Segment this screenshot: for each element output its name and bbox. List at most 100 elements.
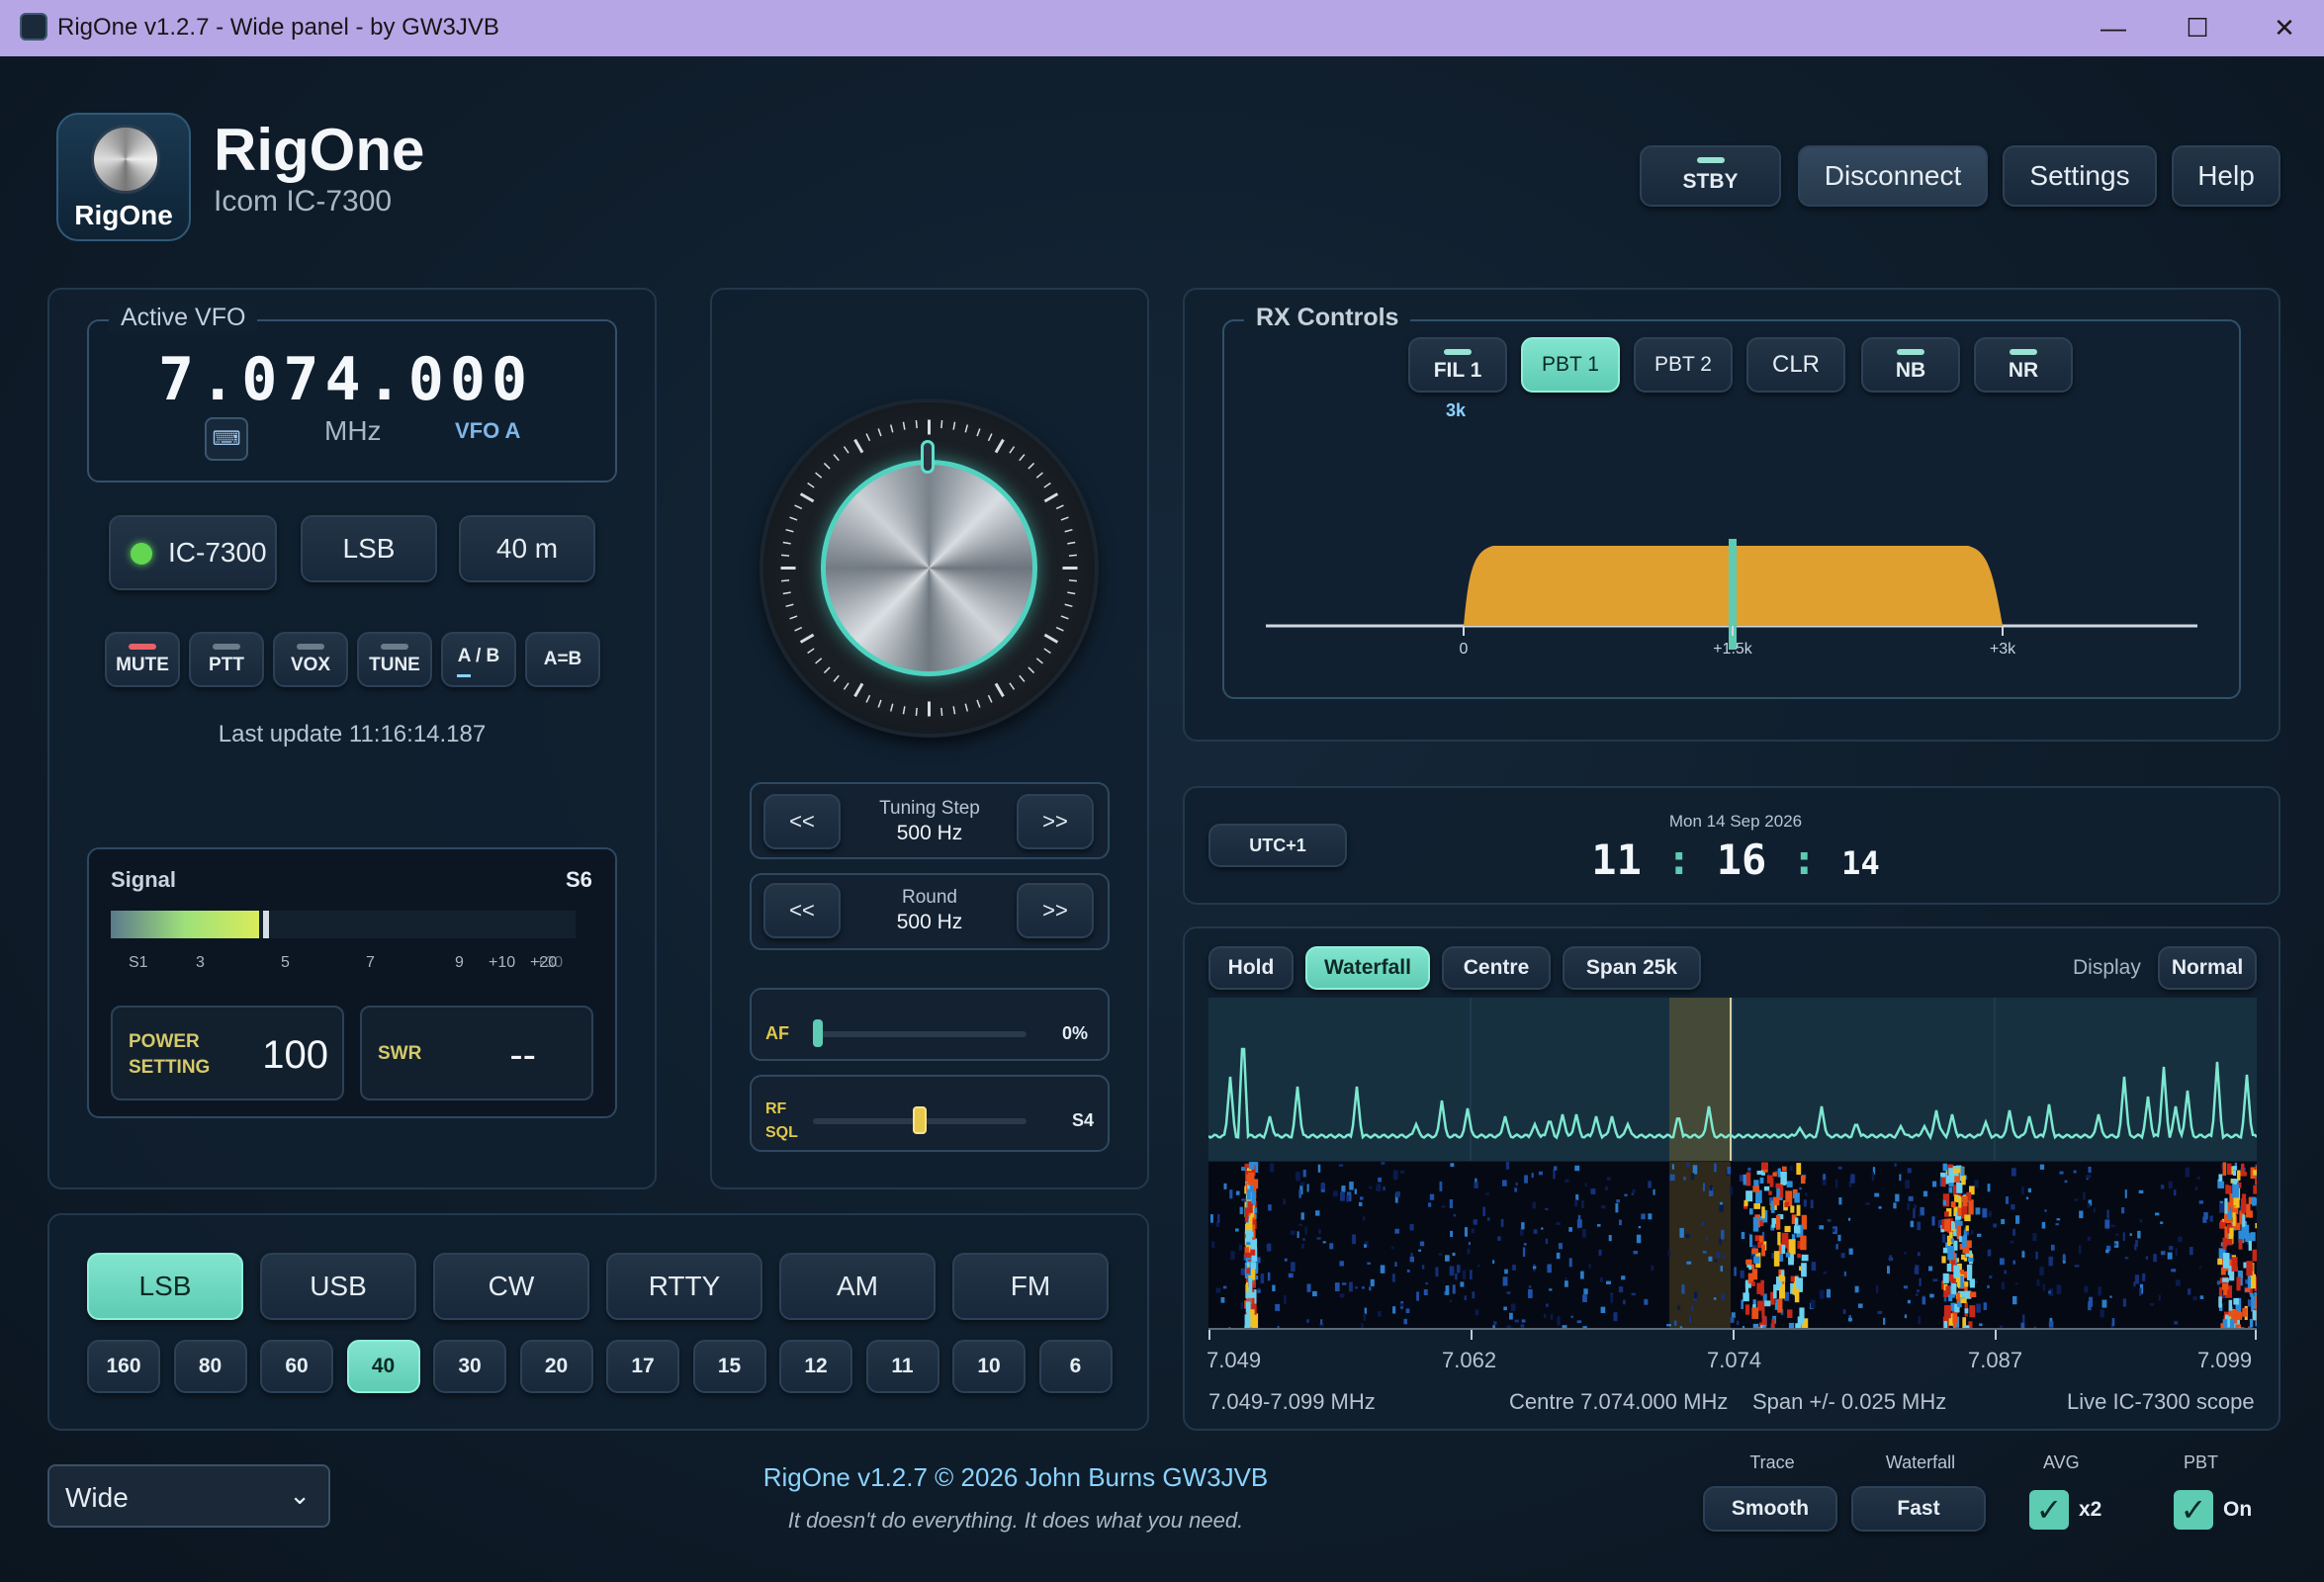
band-button[interactable]: 40 m [459, 515, 595, 582]
knob-tick [976, 428, 981, 437]
trace-button[interactable]: Smooth [1703, 1486, 1837, 1532]
waterfall-pixel [1564, 1179, 1569, 1184]
band-20-button[interactable]: 20 [519, 1340, 593, 1393]
band-160-button[interactable]: 160 [87, 1340, 160, 1393]
avg-checkbox[interactable]: ✓ [2029, 1490, 2069, 1530]
waterfall-pixel [2086, 1175, 2092, 1179]
band-17-button[interactable]: 17 [606, 1340, 679, 1393]
power-setting-box[interactable]: POWER SETTING 100 [111, 1006, 344, 1100]
pbt1-button[interactable]: PBT 1 [1521, 337, 1620, 393]
waterfall-signal [1761, 1244, 1766, 1257]
tuning-knob[interactable] [763, 402, 1095, 734]
band-6-button[interactable]: 6 [1038, 1340, 1113, 1393]
mode-usb-button[interactable]: USB [260, 1253, 416, 1320]
span-button[interactable]: Span 25k [1563, 946, 1701, 990]
close-icon[interactable]: ✕ [2263, 8, 2306, 47]
rf-slider-thumb[interactable] [913, 1106, 927, 1134]
mode-fm-button[interactable]: FM [952, 1253, 1109, 1320]
mode-lsb-button[interactable]: LSB [87, 1253, 243, 1320]
waterfall-pixel [1982, 1208, 1988, 1218]
mode-rtty-button[interactable]: RTTY [606, 1253, 762, 1320]
ptt-button[interactable]: PTT [189, 632, 264, 687]
help-button[interactable]: Help [2172, 145, 2280, 207]
band-11-button[interactable]: 11 [865, 1340, 939, 1393]
waterfall-display[interactable] [1208, 1162, 2257, 1328]
waterfall-pixel [1306, 1319, 1309, 1323]
spectrum-display[interactable] [1208, 998, 2257, 1161]
disconnect-button[interactable]: Disconnect [1798, 145, 1988, 207]
waterfall-pixel [2078, 1245, 2082, 1255]
logo-knob-icon [91, 125, 160, 194]
waterfall-signal [1246, 1268, 1250, 1274]
waterfall-signal [1785, 1252, 1791, 1258]
mode-button[interactable]: LSB [301, 515, 437, 582]
waterfall-pixel [1288, 1273, 1294, 1278]
settings-button[interactable]: Settings [2003, 145, 2157, 207]
hold-button[interactable]: Hold [1208, 946, 1294, 990]
waterfall-pixel [1257, 1257, 1261, 1264]
af-slider-thumb[interactable] [813, 1019, 823, 1047]
nb-button[interactable]: NB [1861, 337, 1960, 393]
waterfall-pixel [2036, 1278, 2040, 1286]
waterfall-pixel [1667, 1250, 1671, 1257]
waterfall-pixel [1545, 1207, 1549, 1210]
display-mode-button[interactable]: Normal [2158, 946, 2257, 990]
maximize-icon[interactable]: ☐ [2176, 8, 2219, 47]
waterfall-pixel [1987, 1184, 1991, 1192]
waterfall-signal [2255, 1222, 2257, 1229]
waterfall-pixel [2194, 1186, 2198, 1190]
nr-button[interactable]: NR [1974, 337, 2073, 393]
a-equals-b-button[interactable]: A=B [525, 632, 600, 687]
waterfall-pixel [1692, 1298, 1697, 1301]
band-40-button[interactable]: 40 [346, 1340, 420, 1393]
round-prev-button[interactable]: << [763, 883, 841, 938]
minimize-icon[interactable]: — [2092, 8, 2135, 47]
waterfall-pixel [2063, 1254, 2066, 1261]
waterfall-pixel [2005, 1196, 2010, 1204]
waterfall-pixel [1714, 1259, 1718, 1263]
band-12-button[interactable]: 12 [779, 1340, 852, 1393]
fil1-button[interactable]: FIL 1 [1408, 337, 1507, 393]
waterfall-pixel [2121, 1207, 2125, 1214]
waterfall-pixel [1979, 1323, 1983, 1327]
waterfall-pixel [1850, 1174, 1855, 1184]
pbt2-button[interactable]: PBT 2 [1634, 337, 1733, 393]
mode-cw-button[interactable]: CW [433, 1253, 589, 1320]
stby-button[interactable]: STBY [1640, 145, 1781, 207]
vfo-label[interactable]: VFO A [455, 418, 520, 444]
band-80-button[interactable]: 80 [173, 1340, 247, 1393]
waterfall-speed-button[interactable]: Fast [1851, 1486, 1986, 1532]
tune-button[interactable]: TUNE [357, 632, 432, 687]
band-30-button[interactable]: 30 [433, 1340, 506, 1393]
tuning-knob-face[interactable] [821, 460, 1037, 676]
tuning-step-next-button[interactable]: >> [1017, 794, 1094, 849]
tuning-step-prev-button[interactable]: << [763, 794, 841, 849]
keypad-icon[interactable]: ⌨ [205, 417, 248, 461]
waterfall-signal [1960, 1167, 1965, 1177]
waterfall-pixel [1441, 1205, 1446, 1208]
band-10-button[interactable]: 10 [952, 1340, 1026, 1393]
timezone-button[interactable]: UTC+1 [1208, 824, 1347, 867]
pbt-checkbox[interactable]: ✓ [2174, 1490, 2213, 1530]
mute-button[interactable]: MUTE [105, 632, 180, 687]
waterfall-signal [2246, 1203, 2251, 1218]
round-next-button[interactable]: >> [1017, 883, 1094, 938]
clr-button[interactable]: CLR [1746, 337, 1845, 393]
waterfall-button[interactable]: Waterfall [1305, 946, 1430, 990]
ab-swap-button[interactable]: A / B [441, 632, 516, 687]
band-15-button[interactable]: 15 [692, 1340, 766, 1393]
waterfall-pixel [1333, 1190, 1338, 1197]
band-60-button[interactable]: 60 [260, 1340, 333, 1393]
waterfall-pixel [1450, 1163, 1455, 1168]
waterfall-signal [2222, 1277, 2229, 1282]
vox-button[interactable]: VOX [273, 632, 348, 687]
vfo-frequency[interactable]: 7.074.000 [158, 345, 533, 414]
waterfall-signal [1777, 1298, 1783, 1313]
mode-am-button[interactable]: AM [779, 1253, 936, 1320]
waterfall-pixel [1905, 1180, 1911, 1189]
centre-button[interactable]: Centre [1442, 946, 1551, 990]
af-slider-track[interactable] [813, 1031, 1027, 1037]
radio-button[interactable]: IC-7300 [109, 515, 277, 590]
layout-select[interactable]: Wide ⌄ [47, 1464, 330, 1528]
power-label-1: POWER [129, 1031, 200, 1052]
